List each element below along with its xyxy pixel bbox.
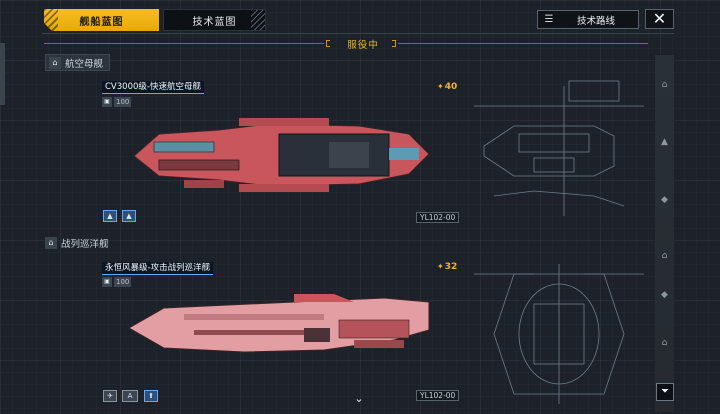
section-battlecruiser-header: ⌂ 战列巡洋舰 — [45, 234, 109, 251]
boost-icon[interactable]: ⬆ — [144, 390, 158, 402]
tab-ship-blueprints-label: 舰船蓝图 — [79, 16, 124, 28]
ship-name-battlecruiser: 永恒风暴级-攻击战列巡洋舰 — [102, 262, 214, 275]
header-divider — [42, 33, 674, 34]
ship-meta-carrier: ▣ 100 — [102, 97, 132, 107]
chevron-down-icon[interactable]: ⌄ — [351, 392, 367, 405]
ship-name-carrier: CV3000级-快速航空母舰 — [102, 81, 204, 94]
filter-icon: ⏷ — [661, 386, 669, 397]
armor-icon[interactable]: A — [122, 390, 138, 402]
ship-size-icon: ▣ — [102, 97, 112, 107]
battlecruiser-icon: ⌂ — [45, 236, 57, 249]
carrier-ship-image — [133, 118, 430, 192]
ship-badge-battlecruiser: YL102-00 — [416, 390, 460, 401]
tab-tech-blueprints[interactable]: 技术蓝图 — [163, 9, 266, 31]
close-button[interactable]: ✕ — [645, 9, 674, 29]
tier-icon[interactable]: ⌂ — [659, 80, 670, 91]
battlecruiser-blueprint-drawing — [474, 264, 644, 404]
close-icon: ✕ — [652, 9, 667, 28]
attack-icon[interactable]: ✈ — [103, 390, 117, 402]
ship-cost-battlecruiser: 32 — [437, 262, 458, 272]
filter-button[interactable]: ⏷ — [656, 383, 674, 401]
cruiser-icon[interactable]: ⌂ — [659, 338, 670, 349]
tech-route-label: 技术路线 — [576, 15, 615, 27]
ship-meta-battlecruiser: ▣ 100 — [102, 277, 132, 287]
frigate-icon[interactable]: ⌂ — [659, 251, 670, 262]
ship-card-carrier[interactable]: CV3000级-快速航空母舰 ▣ 100 40 YL102-00 ▲ ▲ — [44, 76, 646, 226]
ship-cost-carrier: 40 — [437, 82, 458, 92]
status-line-left — [44, 43, 324, 44]
aircraft-icon[interactable]: ▲ — [103, 210, 117, 222]
tech-route-button[interactable]: ☰ 技术路线 — [537, 10, 639, 29]
status-bracket-right — [392, 40, 396, 47]
section-battlecruiser-title: 战列巡洋舰 — [61, 238, 109, 250]
battlecruiser-ship-image — [127, 294, 430, 353]
tab-hatch — [251, 10, 265, 30]
ship-card-battlecruiser[interactable]: 永恒风暴级-攻击战列巡洋舰 ▣ 100 32 YL102-00 ✈ A ⬆ — [44, 254, 646, 410]
section-carrier-title: 航空母舰 — [65, 58, 104, 70]
carrier-icon: ⌂ — [49, 56, 61, 69]
ship-meta-value: 100 — [114, 277, 132, 287]
carrier-blueprint-drawing — [474, 80, 644, 216]
ship-class-rail — [655, 55, 674, 412]
ship-meta-value: 100 — [114, 97, 132, 107]
tab-tech-blueprints-label: 技术蓝图 — [192, 16, 237, 28]
status-label: 服役中 — [347, 40, 379, 51]
corvette-icon[interactable]: ◆ — [659, 195, 670, 206]
ship-badge-carrier: YL102-00 — [416, 212, 460, 223]
fighter-icon[interactable]: ▲ — [659, 137, 670, 148]
left-edge-handle — [0, 43, 5, 105]
section-carrier-header: ⌂ 航空母舰 — [45, 54, 111, 71]
tab-ship-blueprints[interactable]: 舰船蓝图 — [44, 9, 159, 31]
status-line-right — [398, 43, 648, 44]
ship-size-icon: ▣ — [102, 277, 112, 287]
armor-label: A — [127, 392, 133, 400]
hangar-icon[interactable]: ▲ — [122, 210, 136, 222]
list-icon: ☰ — [544, 14, 554, 25]
destroyer-icon[interactable]: ◆ — [659, 290, 670, 301]
